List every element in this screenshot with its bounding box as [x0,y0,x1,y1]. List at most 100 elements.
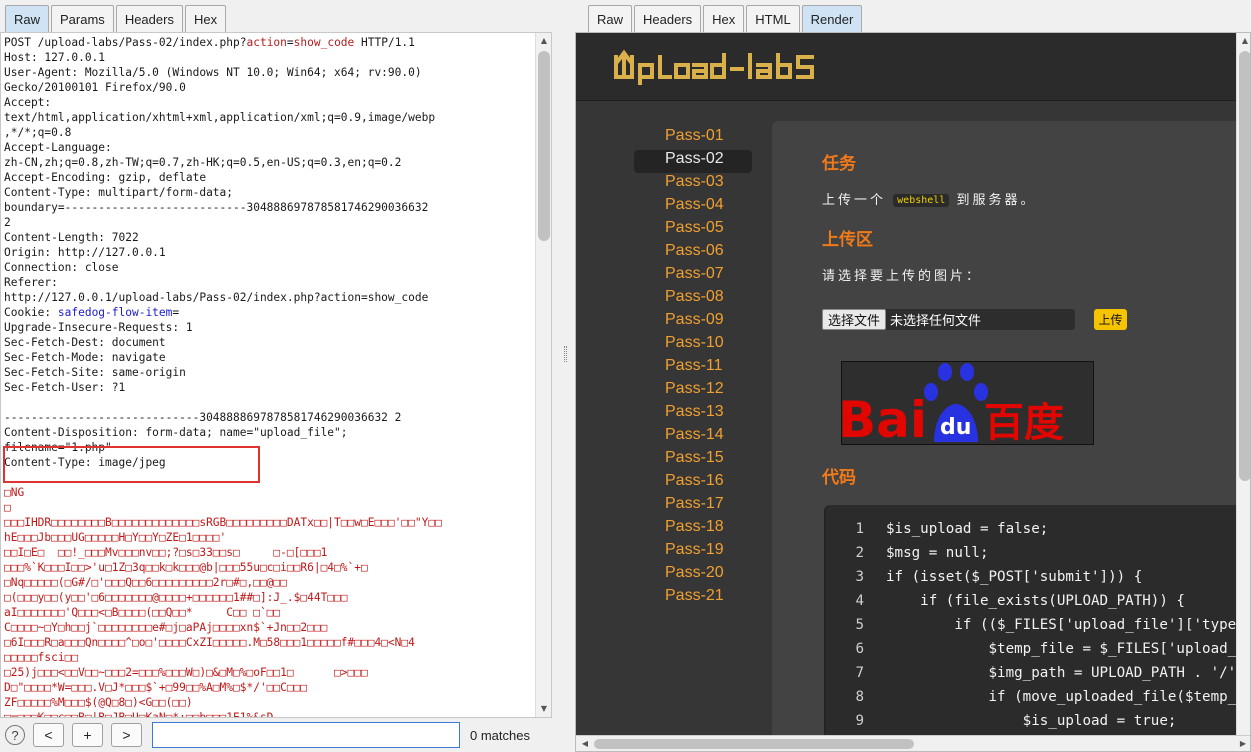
nav-item-pass-20[interactable]: Pass-20 [634,564,752,587]
request-text: Referer: [4,276,58,289]
request-line: Sec-Fetch-Mode: navigate [4,350,534,365]
nav-item-pass-08[interactable]: Pass-08 [634,288,752,311]
code-line: 2 $msg = null; [826,545,1250,569]
render-pane: Pass-01 Pass-02 Pass-03 Pass-04 Pass-05 Pass-… [575,32,1251,752]
uploaded-image: Bai du 百度 [841,361,1094,445]
request-line: Accept-Encoding: gzip, deflate [4,170,534,185]
tab-headers[interactable]: Headers [634,5,702,32]
tab-raw[interactable]: Raw [588,5,633,32]
raw-request-text[interactable]: POST /upload-labs/Pass-02/index.php?acti… [4,35,534,717]
nav-item-pass-07[interactable]: Pass-07 [634,265,752,288]
scrollbar-thumb[interactable] [1239,51,1250,481]
code-line: 1 $is_upload = false; [826,521,1250,545]
request-editor[interactable]: POST /upload-labs/Pass-02/index.php?acti… [0,32,552,718]
request-line: Origin: http://127.0.0.1 [4,245,534,260]
upload-prompt: 请选择要上传的图片： [822,269,983,284]
tab-params[interactable]: Params [51,5,114,32]
nav-item-pass-13[interactable]: Pass-13 [634,403,752,426]
scroll-left-icon[interactable]: ◀ [578,736,592,751]
binary-data-line: hE□□□Jb□□□UG□□□□□H□Y□□Y□ZE□1□□□□' [4,531,227,544]
next-match-button[interactable]: > [111,723,142,747]
nav-item-pass-05[interactable]: Pass-05 [634,219,752,242]
request-line: boundary=---------------------------3048… [4,200,534,215]
file-input[interactable]: 选择文件 未选择任何文件 [822,309,1075,330]
task-heading: 任务 [822,154,856,174]
scroll-down-icon[interactable]: ▼ [536,701,551,717]
line-number: 1 [855,521,864,537]
request-line: Content-Type: multipart/form-data; [4,185,534,200]
request-text: -----------------------------30488886978… [4,411,402,424]
scroll-right-icon[interactable]: ▶ [1236,736,1250,751]
request-text: 2 [4,216,11,229]
nav-item-pass-02[interactable]: Pass-02 [634,150,752,173]
tab-hex[interactable]: Hex [703,5,745,32]
line-number: 9 [855,713,864,729]
pane-divider[interactable] [560,0,574,752]
render-vertical-scrollbar[interactable]: ▲ [1236,33,1250,735]
tab-hex[interactable]: Hex [184,5,227,32]
request-text: show_code [293,36,355,49]
choose-file-button[interactable]: 选择文件 [822,309,887,330]
task-text-end: 到服务器。 [956,193,1037,208]
nav-item-pass-18[interactable]: Pass-18 [634,518,752,541]
nav-item-pass-15[interactable]: Pass-15 [634,449,752,472]
binary-data-line: □Nq□□□□□(□G#/□'□□□Q□□6□□□□□□□□□2r□#□,□□@… [4,576,287,589]
code-text: if (isset($_POST['submit'])) { [886,569,1143,585]
scroll-up-icon[interactable]: ▲ [1237,33,1250,49]
svg-text:du: du [940,415,971,440]
tab-render[interactable]: Render [801,5,863,32]
line-number: 4 [855,593,864,609]
nav-item-pass-16[interactable]: Pass-16 [634,472,752,495]
scrollbar-thumb[interactable] [594,739,914,749]
binary-data-line: ZF□□□□□%M□□□$(@Q□8□)<G□□(□□) [4,696,193,709]
nav-item-pass-14[interactable]: Pass-14 [634,426,752,449]
nav-item-pass-09[interactable]: Pass-09 [634,311,752,334]
site-header [576,33,1250,101]
tab-headers[interactable]: Headers [115,5,183,32]
content-type-highlight [3,446,260,483]
request-line: ,*/*;q=0.8 [4,125,534,140]
request-line: Referer: [4,275,534,290]
request-text: Content-Type: multipart/form-data; [4,186,234,199]
nav-item-pass-21[interactable]: Pass-21 [634,587,752,610]
add-button[interactable]: + [72,723,103,747]
scroll-up-icon[interactable]: ▲ [536,33,551,49]
upload-button[interactable]: 上传 [1094,309,1127,330]
upload-labs-logo-icon [614,49,814,85]
nav-item-pass-19[interactable]: Pass-19 [634,541,752,564]
tab-html[interactable]: HTML [746,5,800,32]
help-icon[interactable]: ? [5,725,25,745]
tab-raw[interactable]: Raw [5,5,50,32]
search-input[interactable] [152,722,460,748]
scrollbar-thumb[interactable] [538,51,550,241]
request-line: Accept-Language: [4,140,534,155]
nav-item-pass-10[interactable]: Pass-10 [634,334,752,357]
nav-item-pass-01[interactable]: Pass-01 [634,127,752,150]
nav-item-pass-11[interactable]: Pass-11 [634,357,752,380]
code-line: 9 $is_upload = true; [826,713,1250,737]
request-text: Origin: http://127.0.0.1 [4,246,166,259]
code-line: 7 $img_path = UPLOAD_PATH . '/' [826,665,1250,689]
binary-data-line: □NG [4,486,25,499]
binary-data-line: C□□□□~□Y□h□□j`□□□□□□□□e#□j□aPAj□□□□xn$`+… [4,621,328,634]
request-text: Upgrade-Insecure-Requests: 1 [4,321,193,334]
request-line: Host: 127.0.0.1 [4,50,534,65]
code-line: 5 if (($_FILES['upload_file']['type [826,617,1250,641]
nav-item-pass-17[interactable]: Pass-17 [634,495,752,518]
task-text-start: 上传一个 [822,193,887,208]
request-text: Sec-Fetch-Site: same-origin [4,366,186,379]
nav-item-pass-03[interactable]: Pass-03 [634,173,752,196]
source-code-block: 1 $is_upload = false; 2 $msg = null; 3 if (is… [824,505,1250,751]
render-horizontal-scrollbar[interactable]: ◀ ▶ [576,735,1250,751]
nav-item-pass-04[interactable]: Pass-04 [634,196,752,219]
request-text: = [172,306,180,319]
nav-item-pass-06[interactable]: Pass-06 [634,242,752,265]
request-vertical-scrollbar[interactable]: ▲ ▼ [535,33,551,717]
request-line: zh-CN,zh;q=0.8,zh-TW;q=0.7,zh-HK;q=0.5,e… [4,155,534,170]
binary-data-line: □□I□E□ □□!_□□□Mv□□□nv□□;?□s□33□□s□ □-□[□… [4,546,328,559]
nav-item-pass-12[interactable]: Pass-12 [634,380,752,403]
request-text: Accept: [4,96,52,109]
code-text: if (($_FILES['upload_file']['type [886,617,1237,633]
previous-match-button[interactable]: < [33,723,64,747]
divider-grip-icon[interactable] [564,346,567,362]
